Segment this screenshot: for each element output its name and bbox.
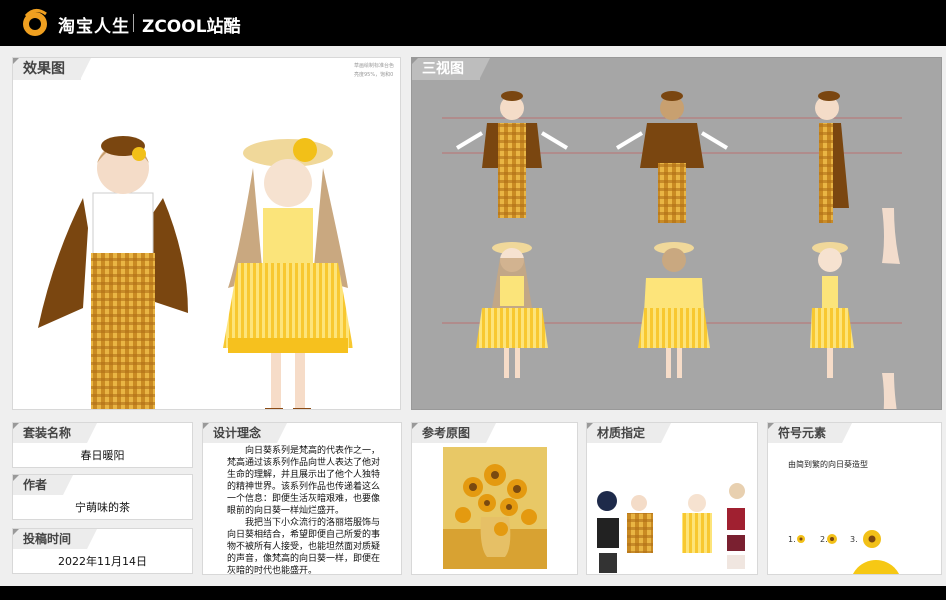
design-board: 效果图 草画绘制标准台色 亮度95%，饱和0 三视图 套装名称 春日暖阳 作者 … bbox=[0, 46, 946, 586]
sunflower-icon-5 bbox=[852, 560, 900, 574]
girl-views bbox=[476, 242, 897, 409]
sunflower-icon-3 bbox=[863, 530, 881, 548]
boy-figure bbox=[38, 136, 188, 409]
footer-bar bbox=[0, 586, 946, 600]
author-value: 宁萌味的茶 bbox=[75, 501, 130, 514]
concept-tag: 设计理念 bbox=[203, 423, 288, 443]
site-header: 淘宝人生 ZCOOL站酷 bbox=[0, 0, 946, 46]
brand-taobao-life[interactable]: 淘宝人生 bbox=[58, 12, 130, 37]
suit-name-value: 春日暖阳 bbox=[80, 449, 125, 462]
taobao-life-logo-icon[interactable] bbox=[20, 8, 50, 38]
sunflower-icon-1 bbox=[797, 535, 805, 543]
three-view-illustration bbox=[442, 91, 902, 409]
date-value: 2022年11月14日 bbox=[58, 555, 147, 568]
material-panel: 材质指定 bbox=[586, 422, 758, 575]
material-swatches bbox=[597, 483, 745, 573]
brand-zcool[interactable]: ZCOOL站酷 bbox=[142, 12, 241, 37]
girl-figure bbox=[223, 138, 353, 409]
reference-painting[interactable] bbox=[443, 447, 547, 569]
concept-text: 向日葵系列是梵高的代表作之一，梵高通过该系列作品向世人表达了他对生命的理解，并且… bbox=[227, 445, 381, 575]
author-panel: 作者 宁萌味的茶 bbox=[12, 474, 193, 520]
concept-para-2: 我把当下小众流行的洛丽塔服饰与向日葵相结合，希望即便自己所爱的事物不被所有人接受… bbox=[227, 518, 381, 575]
boy-views bbox=[455, 91, 900, 264]
effect-panel: 效果图 草画绘制标准台色 亮度95%，饱和0 bbox=[12, 57, 401, 410]
suit-name-panel: 套装名称 春日暖阳 bbox=[12, 422, 193, 468]
three-view-panel: 三视图 bbox=[411, 57, 942, 410]
sunflower-icon-2 bbox=[827, 534, 837, 544]
concept-panel: 设计理念 向日葵系列是梵高的代表作之一，梵高通过该系列作品向世人表达了他对生命的… bbox=[202, 422, 402, 575]
effect-illustration bbox=[38, 136, 353, 409]
concept-para-1: 向日葵系列是梵高的代表作之一，梵高通过该系列作品向世人表达了他对生命的理解，并且… bbox=[227, 446, 381, 516]
date-panel: 投稿时间 2022年11月14日 bbox=[12, 528, 193, 574]
sunflower-symbols bbox=[797, 530, 900, 574]
author-label: 作者 bbox=[13, 475, 74, 495]
reference-panel: 参考原图 bbox=[411, 422, 578, 575]
reference-tag: 参考原图 bbox=[412, 423, 497, 443]
date-label: 投稿时间 bbox=[13, 529, 98, 549]
brand-divider bbox=[133, 14, 134, 32]
suit-name-label: 套装名称 bbox=[13, 423, 98, 443]
symbol-panel: 符号元素 由简到繁的向日葵造型 1. 2. 3. 4. 5. bbox=[767, 422, 942, 575]
